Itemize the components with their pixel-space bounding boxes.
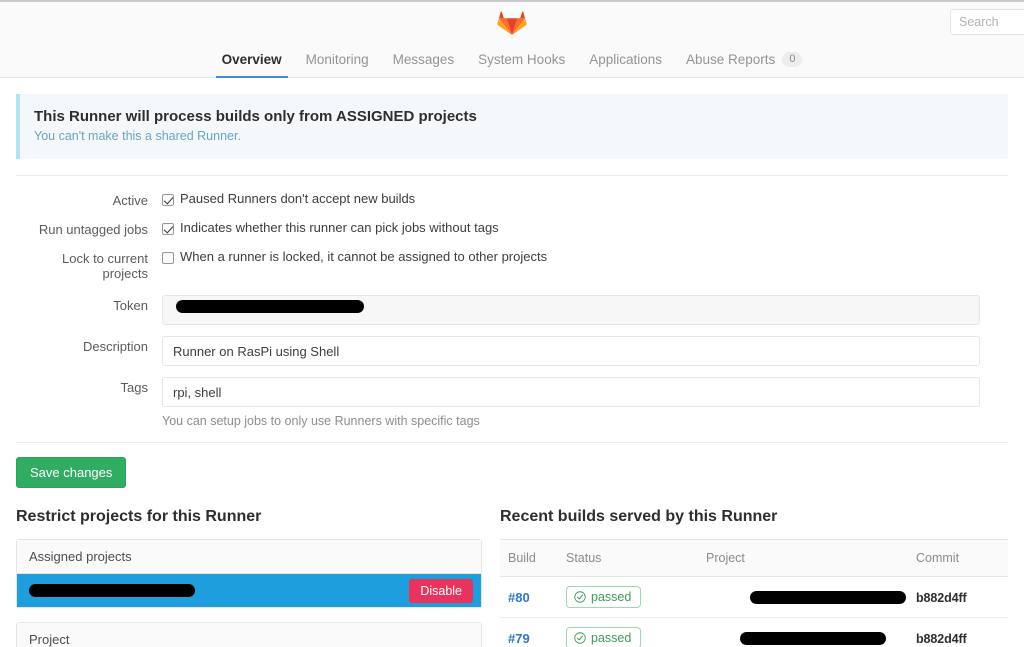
status-badge-label: passed (591, 631, 632, 645)
disable-project-button[interactable]: Disable (409, 578, 473, 603)
commit-sha[interactable]: b882d4ff (916, 591, 967, 605)
label-tags: Tags (120, 380, 148, 395)
page-content: This Runner will process builds only fro… (0, 94, 1024, 647)
form-row-description: Description (16, 336, 1008, 366)
tab-messages-label: Messages (392, 52, 455, 67)
form-row-active: Active Paused Runners don't accept new b… (16, 190, 1008, 208)
column-header-status: Status (558, 539, 698, 577)
lock-projects-help-text: When a runner is locked, it cannot be as… (180, 249, 548, 264)
tab-overview-label: Overview (221, 52, 282, 67)
restrict-projects-title: Restrict projects for this Runner (16, 508, 262, 525)
restrict-projects-section: Restrict projects for this Runner Assign… (16, 508, 500, 647)
tags-input[interactable] (162, 377, 980, 407)
abuse-reports-count-badge: 0 (782, 52, 803, 67)
column-header-build: Build (500, 539, 558, 577)
label-token: Token (113, 298, 148, 313)
tab-overview[interactable]: Overview (210, 52, 294, 78)
tab-monitoring-label: Monitoring (305, 52, 369, 67)
redaction-bar-project (750, 590, 906, 604)
check-circle-icon (574, 591, 586, 603)
save-changes-button[interactable]: Save changes (16, 457, 127, 488)
active-checkbox[interactable] (162, 194, 174, 206)
label-active: Active (112, 193, 148, 208)
assigned-project-row[interactable]: Disable (17, 574, 481, 607)
tab-messages[interactable]: Messages (381, 52, 467, 77)
label-run-untagged-jobs: Run untagged jobs (38, 222, 148, 237)
status-badge-label: passed (591, 590, 632, 604)
active-help-text: Paused Runners don't accept new builds (180, 191, 416, 206)
redaction-bar-assigned-project (29, 584, 195, 597)
tags-help-text: You can setup jobs to only use Runners w… (162, 414, 480, 428)
tab-applications[interactable]: Applications (577, 52, 674, 77)
tab-abuse-reports-label: Abuse Reports (686, 52, 776, 67)
bottom-columns: Restrict projects for this Runner Assign… (16, 508, 1008, 647)
tab-system-hooks[interactable]: System Hooks (466, 52, 577, 77)
assigned-projects-alert: This Runner will process builds only fro… (16, 94, 1008, 159)
label-lock-to-current-projects: Lock to current projects (62, 251, 148, 281)
recent-builds-section: Recent builds served by this Runner Buil… (500, 508, 1008, 647)
tab-abuse-reports[interactable]: Abuse Reports 0 (674, 52, 814, 77)
alert-title: This Runner will process builds only fro… (34, 108, 477, 125)
build-link[interactable]: #79 (508, 631, 530, 646)
status-badge: passed (566, 586, 642, 608)
search-box[interactable] (950, 9, 1024, 35)
run-untagged-help-text: Indicates whether this runner can pick j… (180, 220, 499, 235)
label-description: Description (82, 339, 148, 354)
runner-settings-form: Active Paused Runners don't accept new b… (16, 176, 1008, 488)
redaction-bar-token (176, 300, 364, 313)
status-badge: passed (566, 627, 642, 647)
form-actions: Save changes (16, 442, 1008, 488)
run-untagged-jobs-checkbox[interactable] (162, 223, 174, 235)
column-header-project: Project (698, 539, 908, 577)
redaction-bar-project (740, 631, 886, 645)
table-row: #80 passed b882d4ff (500, 576, 1008, 618)
column-header-commit: Commit (908, 539, 1008, 577)
build-link[interactable]: #80 (508, 590, 530, 605)
recent-builds-title: Recent builds served by this Runner (500, 508, 778, 525)
form-row-tags: Tags You can setup jobs to only use Runn… (16, 377, 1008, 428)
form-row-lock-projects: Lock to current projects When a runner i… (16, 248, 1008, 281)
commit-sha[interactable]: b882d4ff (916, 632, 967, 646)
search-input[interactable] (950, 9, 1024, 35)
table-row: #79 passed b882d4ff (500, 617, 1008, 647)
table-header-row: Build Status Project Commit (500, 539, 1008, 577)
lock-to-current-projects-checkbox[interactable] (162, 252, 174, 264)
tab-system-hooks-label: System Hooks (478, 52, 566, 67)
check-circle-icon (574, 632, 586, 644)
assigned-projects-panel: Assigned projects Disable (16, 539, 482, 608)
tab-monitoring[interactable]: Monitoring (294, 52, 381, 77)
recent-builds-table: Build Status Project Commit #80 passed b… (500, 539, 1008, 647)
gitlab-tanuki-icon[interactable] (497, 7, 527, 35)
admin-nav-tabs: Overview Monitoring Messages System Hook… (0, 40, 1024, 78)
form-row-run-untagged: Run untagged jobs Indicates whether this… (16, 219, 1008, 237)
description-input[interactable] (162, 336, 980, 366)
project-panel-header: Project (17, 623, 481, 647)
assigned-projects-header: Assigned projects (17, 540, 481, 574)
top-header-bar (0, 0, 1024, 40)
alert-subtitle: You can't make this a shared Runner. (34, 129, 241, 143)
form-row-token: Token (16, 295, 1008, 325)
tab-applications-label: Applications (589, 52, 662, 67)
project-search-panel: Project Search (16, 622, 482, 647)
